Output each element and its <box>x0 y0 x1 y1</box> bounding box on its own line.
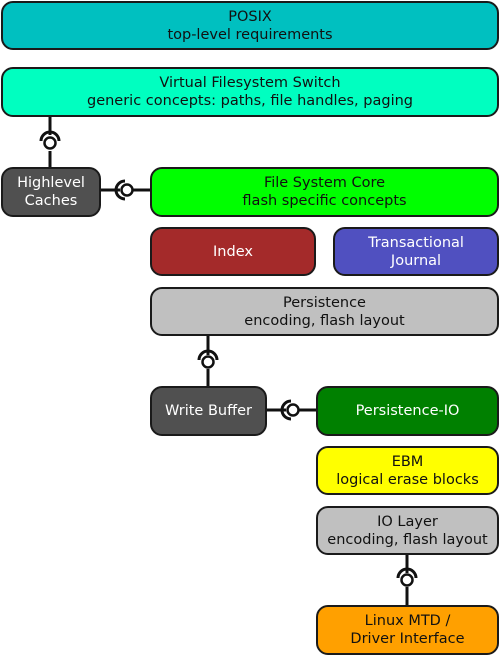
link-writebuffer-persistenceio <box>266 399 316 421</box>
node-persistence: Persistence encoding, flash layout <box>150 287 499 336</box>
node-subtitle: generic concepts: paths, file handles, p… <box>86 93 413 109</box>
link-caches-fscore <box>100 179 150 201</box>
node-title: POSIX <box>228 8 272 25</box>
node-index: Index <box>150 227 316 276</box>
node-subtitle: Caches <box>24 193 78 209</box>
node-title: Persistence <box>283 294 366 311</box>
node-title: File System Core <box>263 175 386 191</box>
link-iolayer-mtd <box>396 554 418 605</box>
node-title: IO Layer <box>377 513 438 530</box>
node-title: EBM <box>391 453 424 470</box>
node-fs-core: File System Core flash specific concepts <box>150 167 499 217</box>
node-title: Write Buffer <box>165 403 252 419</box>
node-highlevel-caches: Highlevel Caches <box>1 167 101 217</box>
node-ebm: EBM logical erase blocks <box>316 446 499 495</box>
node-title: Virtual Filesystem Switch <box>159 75 341 91</box>
node-persistence-io: Persistence-IO <box>316 386 499 436</box>
node-subtitle: logical erase blocks <box>336 471 479 488</box>
node-title: Index <box>213 243 253 260</box>
node-subtitle: top-level requirements <box>167 26 333 43</box>
node-title: Transactional <box>368 234 464 251</box>
node-title: Persistence-IO <box>355 403 460 419</box>
node-linux-mtd: Linux MTD / Driver Interface <box>316 605 499 655</box>
node-subtitle: Driver Interface <box>350 631 465 647</box>
link-vfs-caches <box>39 116 61 167</box>
node-write-buffer: Write Buffer <box>150 386 267 436</box>
node-subtitle: encoding, flash layout <box>327 531 488 548</box>
node-subtitle: flash specific concepts <box>242 193 407 209</box>
node-subtitle: encoding, flash layout <box>244 312 405 329</box>
node-io-layer: IO Layer encoding, flash layout <box>316 506 499 555</box>
node-vfs: Virtual Filesystem Switch generic concep… <box>1 67 499 117</box>
node-title: Linux MTD / <box>364 613 451 629</box>
node-transactional-journal: Transactional Journal <box>333 227 499 276</box>
node-subtitle: Journal <box>390 252 442 269</box>
node-title: Highlevel <box>17 175 85 191</box>
link-persistence-writebuffer <box>197 335 219 386</box>
node-posix: POSIX top-level requirements <box>1 1 499 50</box>
